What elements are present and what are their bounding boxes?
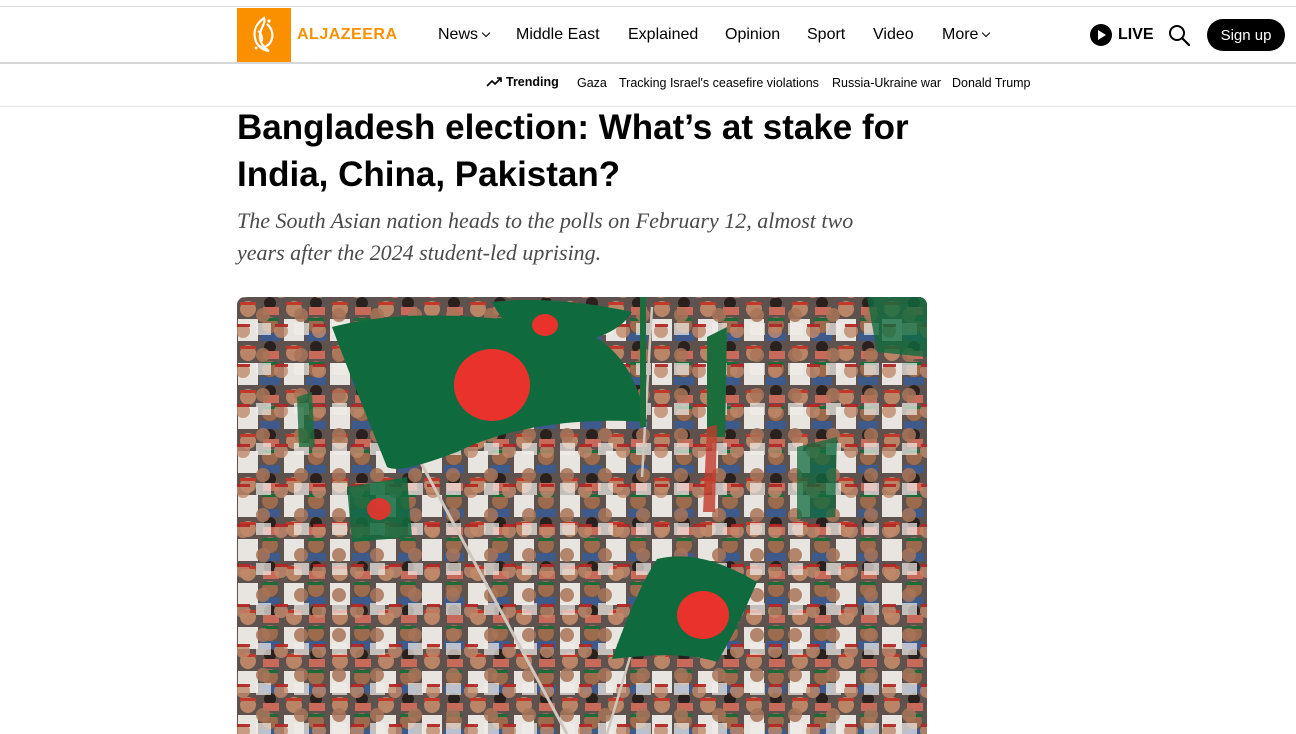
chevron-down-icon	[481, 28, 491, 38]
nav-item-news[interactable]: News	[438, 24, 491, 46]
trending-bar: Trending Gaza Tracking Israel's ceasefir…	[0, 63, 1296, 107]
live-button[interactable]: LIVE	[1090, 23, 1154, 47]
trending-link-gaza[interactable]: Gaza	[577, 76, 607, 90]
headline-line-1: Bangladesh election: What’s at stake for	[237, 108, 909, 147]
nav-item-middle-east[interactable]: Middle East	[516, 24, 600, 46]
nav-item-more[interactable]: More	[942, 24, 991, 46]
nav-item-video[interactable]: Video	[873, 24, 914, 46]
live-label: LIVE	[1118, 26, 1154, 43]
site-header: ALJAZEERA News Middle East Explained Opi…	[0, 7, 1296, 64]
article-headline: Bangladesh election: What’s at stake for…	[237, 104, 937, 198]
trending-link-russia-ukraine[interactable]: Russia-Ukraine war	[832, 76, 941, 90]
subtitle-line-2: years after the 2024 student-led uprisin…	[237, 240, 602, 265]
nav-item-opinion[interactable]: Opinion	[725, 24, 780, 46]
search-icon[interactable]	[1167, 23, 1191, 47]
trending-up-icon	[486, 77, 502, 87]
aljazeera-emblem-icon	[253, 16, 274, 53]
hero-image[interactable]	[237, 297, 927, 734]
nav-item-explained[interactable]: Explained	[628, 24, 698, 46]
nav-item-label: News	[438, 26, 479, 43]
play-icon	[1090, 24, 1112, 46]
brand-name[interactable]: ALJAZEERA	[297, 26, 398, 44]
subtitle-line-1: The South Asian nation heads to the poll…	[237, 208, 854, 233]
aljazeera-logo[interactable]	[237, 8, 291, 62]
trending-label-text: Trending	[506, 75, 559, 89]
trending-label: Trending	[486, 75, 559, 89]
sign-up-button[interactable]: Sign up	[1207, 19, 1285, 51]
trending-link-donald-trump[interactable]: Donald Trump	[952, 76, 1031, 90]
crowd-with-flags-photo	[237, 297, 927, 734]
article-subtitle: The South Asian nation heads to the poll…	[237, 205, 927, 269]
chevron-down-icon	[982, 28, 991, 38]
nav-item-label: More	[942, 26, 979, 43]
trending-link-ceasefire[interactable]: Tracking Israel's ceasefire violations	[619, 76, 819, 90]
headline-line-2: India, China, Pakistan?	[237, 155, 621, 194]
nav-item-sport[interactable]: Sport	[807, 24, 845, 46]
